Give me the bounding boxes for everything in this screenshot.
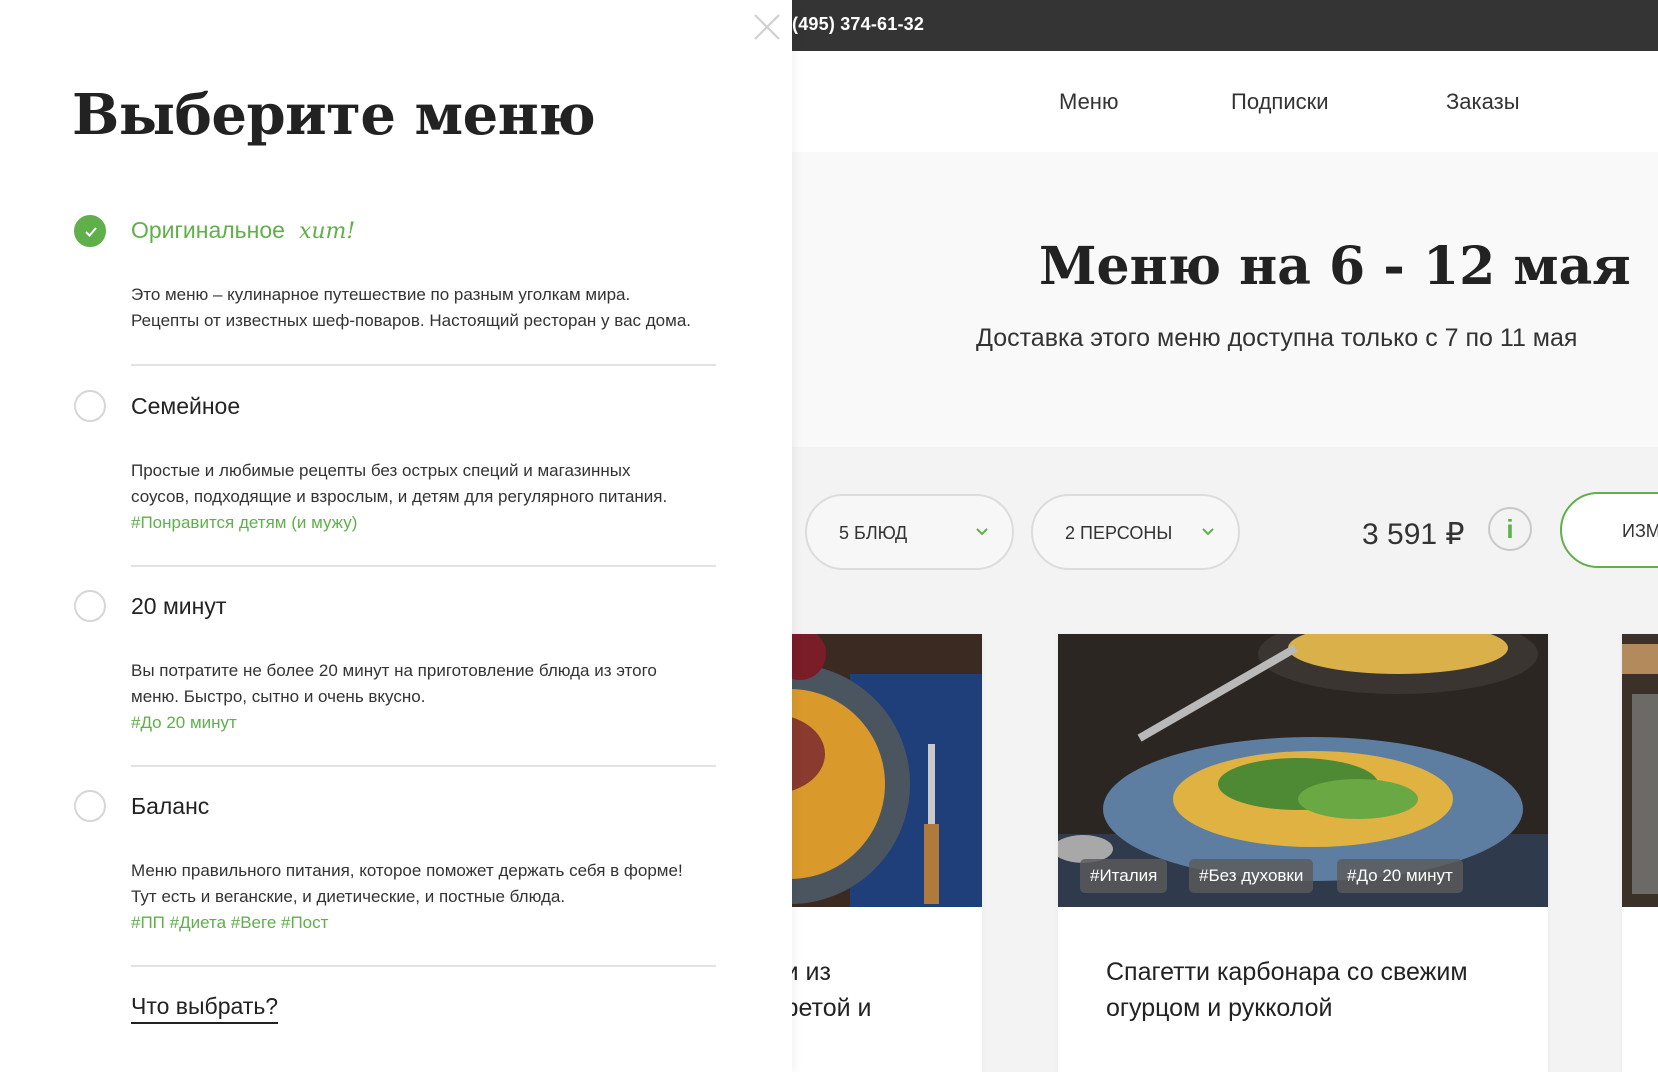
dish-image (1622, 634, 1658, 907)
option-description: Простые и любимые рецепты без острых спе… (131, 458, 731, 536)
chevron-down-icon (1202, 528, 1214, 536)
phone-number[interactable]: (495) 374-61-32 (792, 14, 924, 35)
delivery-note: Доставка этого меню доступна только с 7 … (976, 324, 1578, 352)
change-menu-button[interactable]: ИЗМ (1560, 492, 1658, 568)
menu-option-original[interactable]: Оригинальное хит! Это меню – кулинарное п… (72, 214, 722, 364)
option-tags[interactable]: #ПП #Диета #Веге #Пост (131, 910, 731, 936)
chevron-down-icon (976, 528, 988, 536)
dish-card[interactable]: #Италия #Без духовки #До 20 минут Спагет… (1058, 634, 1548, 1072)
dish-card[interactable] (1622, 634, 1658, 1072)
menu-option-family[interactable]: Семейное Простые и любимые рецепты без о… (72, 390, 722, 550)
option-name[interactable]: Оригинальное хит! (131, 217, 355, 244)
divider (131, 765, 716, 767)
hit-badge: хит! (298, 219, 356, 244)
persons-select[interactable]: 2 ПЕРСОНЫ (1031, 494, 1240, 570)
dishes-select-label: 5 БЛЮД (839, 523, 908, 543)
divider (131, 364, 716, 366)
menu-option-balance[interactable]: Баланс Меню правильного питания, которое… (72, 790, 722, 950)
check-icon (85, 227, 97, 237)
persons-select-label: 2 ПЕРСОНЫ (1065, 523, 1173, 543)
radio-unchecked[interactable] (74, 790, 106, 822)
radio-unchecked[interactable] (74, 590, 106, 622)
page-title: Меню на 6 - 12 мая (1039, 236, 1631, 297)
option-name[interactable]: 20 минут (131, 593, 226, 620)
panel-title: Выберите меню (72, 82, 596, 148)
radio-checked[interactable] (74, 215, 106, 247)
option-tags[interactable]: #Понравится детям (и мужу) (131, 510, 731, 536)
nav-item-menu[interactable]: Меню (1059, 89, 1118, 115)
dishes-select[interactable]: 5 БЛЮД (805, 494, 1014, 570)
info-icon[interactable]: i (1488, 507, 1532, 551)
option-description: Вы потратите не более 20 минут на пригот… (131, 658, 731, 736)
menu-option-20-min[interactable]: 20 минут Вы потратите не более 20 минут … (72, 590, 722, 750)
divider (131, 565, 716, 567)
divider (131, 965, 716, 967)
option-description: Это меню – кулинарное путешествие по раз… (131, 285, 692, 330)
option-description: Меню правильного питания, которое поможе… (131, 858, 731, 936)
tag-no-oven[interactable]: #Без духовки (1189, 859, 1314, 893)
option-name[interactable]: Семейное (131, 393, 240, 420)
dish-title: Спагетти карбонара со свежим огурцом и р… (1106, 958, 1468, 1022)
close-icon[interactable] (752, 12, 782, 42)
total-price: 3 591 ₽ (1362, 518, 1465, 551)
option-tags[interactable]: #До 20 минут (131, 710, 731, 736)
menu-select-panel: Выберите меню Оригинальное хит! Это меню … (0, 0, 792, 1072)
nav-item-subscriptions[interactable]: Подписки (1231, 89, 1329, 115)
help-link[interactable]: Что выбрать? (131, 993, 279, 1024)
option-name[interactable]: Баланс (131, 793, 209, 820)
radio-unchecked[interactable] (74, 390, 106, 422)
change-menu-label: ИЗМ (1622, 521, 1658, 541)
tag-up-to-20-min[interactable]: #До 20 минут (1337, 859, 1463, 893)
tag-italy[interactable]: #Италия (1080, 859, 1168, 893)
nav-item-orders[interactable]: Заказы (1446, 89, 1520, 115)
